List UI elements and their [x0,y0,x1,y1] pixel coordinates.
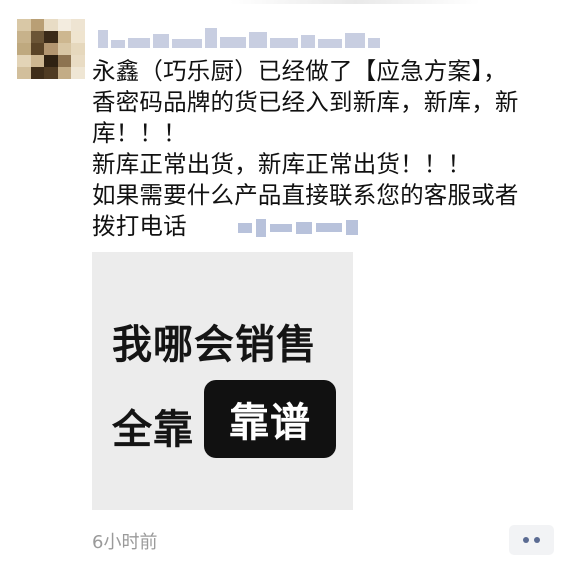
post-image[interactable]: 我哪会销售 全靠 靠谱 [92,252,353,510]
post-text: 永鑫（巧乐厨）已经做了【应急方案】， 香密码品牌的货已经入到新库，新库，新 库！… [92,56,562,242]
post-text-line: 永鑫（巧乐厨）已经做了【应急方案】， [92,57,507,85]
ellipsis-icon [523,537,529,543]
avatar[interactable] [17,19,85,79]
author-name-redacted[interactable] [98,22,380,48]
top-divider [230,0,480,4]
post-timestamp: 6小时前 [92,532,158,553]
post-text-line: 库！！！ [92,119,187,147]
more-options-button[interactable] [509,525,554,555]
image-text-line2: 全靠 [112,407,194,453]
phone-number-redacted[interactable] [238,218,359,237]
post-text-last-line: 拨打电话 [92,211,562,242]
image-text-line1: 我哪会销售 [112,322,317,368]
post-text-line: 香密码品牌的货已经入到新库，新库，新 [92,88,519,116]
post-text-line: 如果需要什么产品直接联系您的客服或者 [92,181,519,209]
post-text-line: 新库正常出货，新库正常出货！！！ [92,150,472,178]
image-overlay-label: 靠谱 [204,380,336,458]
post-text-line: 拨打电话 [92,212,187,240]
ellipsis-icon [534,537,540,543]
